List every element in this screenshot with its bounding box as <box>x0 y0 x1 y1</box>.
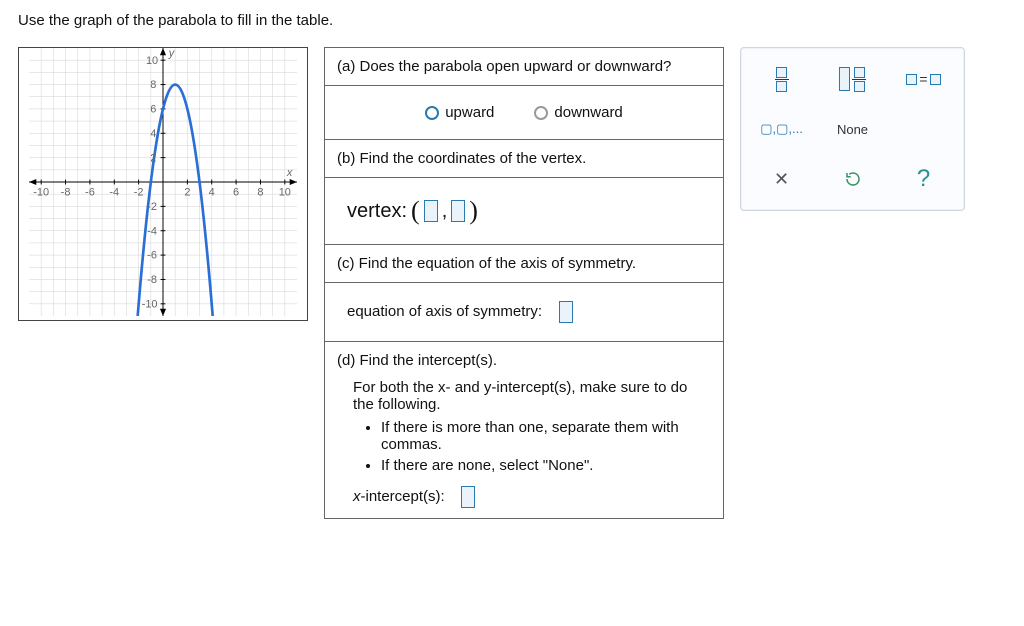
svg-text:6: 6 <box>150 104 156 116</box>
vertex-x-input[interactable] <box>424 200 438 222</box>
part-d-intro: For both the x- and y-intercept(s), make… <box>353 379 695 413</box>
svg-text:4: 4 <box>209 186 215 198</box>
x-intercept-input[interactable] <box>461 486 475 508</box>
svg-text:-10: -10 <box>142 298 158 310</box>
svg-text:10: 10 <box>146 55 158 67</box>
help-button[interactable]: ? <box>895 162 953 196</box>
comma: , <box>442 200 448 223</box>
list-button[interactable]: ▢,▢,... <box>753 112 811 146</box>
svg-text:-8: -8 <box>61 186 71 198</box>
svg-text:-4: -4 <box>147 225 157 237</box>
none-button[interactable]: None <box>824 112 882 146</box>
part-c-answer: equation of axis of symmetry: <box>325 283 723 342</box>
part-d-prompt: (d) Find the intercept(s). <box>337 352 711 369</box>
part-a-options: upward downward <box>325 86 723 140</box>
axis-label: equation of axis of symmetry: <box>347 303 542 320</box>
svg-text:-2: -2 <box>134 186 144 198</box>
axis-input[interactable] <box>559 301 573 323</box>
question-table: (a) Does the parabola open upward or dow… <box>324 47 724 519</box>
clear-button[interactable]: ✕ <box>753 162 811 196</box>
svg-text:-2: -2 <box>147 201 157 213</box>
equation-button[interactable]: = <box>895 62 953 96</box>
part-c-prompt: (c) Find the equation of the axis of sym… <box>325 245 723 283</box>
part-d: (d) Find the intercept(s). For both the … <box>325 342 723 518</box>
main-columns: -10 -8 -6 -4 -2 2 4 6 8 10 10 8 6 4 2 -2 -4 -6 -8 -1… <box>18 47 1006 519</box>
option-upward[interactable]: upward <box>425 104 494 121</box>
svg-text:8: 8 <box>257 186 263 198</box>
input-toolbox: = ▢,▢,... None ✕ ? <box>740 47 965 211</box>
vertex-y-input[interactable] <box>451 200 465 222</box>
svg-text:8: 8 <box>150 79 156 91</box>
svg-text:4: 4 <box>150 128 156 140</box>
svg-text:10: 10 <box>279 186 291 198</box>
svg-text:-6: -6 <box>85 186 95 198</box>
vertex-label: vertex: <box>347 200 407 223</box>
svg-text:-4: -4 <box>109 186 119 198</box>
part-a-prompt: (a) Does the parabola open upward or dow… <box>325 48 723 86</box>
reset-button[interactable] <box>824 162 882 196</box>
parabola-graph: -10 -8 -6 -4 -2 2 4 6 8 10 10 8 6 4 2 -2 -4 -6 -8 -1… <box>19 48 307 316</box>
option-upward-label: upward <box>445 104 494 121</box>
part-b-answer: vertex: ( , ) <box>325 178 723 245</box>
svg-text:-8: -8 <box>147 274 157 286</box>
part-d-bullet-1: If there is more than one, separate them… <box>381 419 695 453</box>
instruction-text: Use the graph of the parabola to fill in… <box>18 12 1006 29</box>
part-d-bullet-2: If there are none, select "None". <box>381 457 695 474</box>
mixed-number-button[interactable] <box>824 62 882 96</box>
open-paren: ( <box>411 196 420 226</box>
x-intercept-label: -intercept(s): <box>361 488 445 505</box>
option-downward-label: downward <box>554 104 622 121</box>
svg-text:2: 2 <box>184 186 190 198</box>
svg-text:-10: -10 <box>33 186 49 198</box>
part-b-prompt: (b) Find the coordinates of the vertex. <box>325 140 723 178</box>
reset-icon <box>844 170 862 188</box>
svg-text:2: 2 <box>150 152 156 164</box>
svg-text:-6: -6 <box>147 250 157 262</box>
svg-text:x: x <box>286 167 293 179</box>
help-icon: ? <box>917 165 930 193</box>
option-downward[interactable]: downward <box>534 104 622 121</box>
svg-text:6: 6 <box>233 186 239 198</box>
graph-panel: -10 -8 -6 -4 -2 2 4 6 8 10 10 8 6 4 2 -2 -4 -6 -8 -1… <box>18 47 308 321</box>
close-paren: ) <box>469 196 478 226</box>
x-icon: ✕ <box>774 169 789 190</box>
fraction-button[interactable] <box>753 62 811 96</box>
radio-icon <box>534 106 548 120</box>
radio-icon <box>425 106 439 120</box>
svg-text:y: y <box>168 48 176 60</box>
